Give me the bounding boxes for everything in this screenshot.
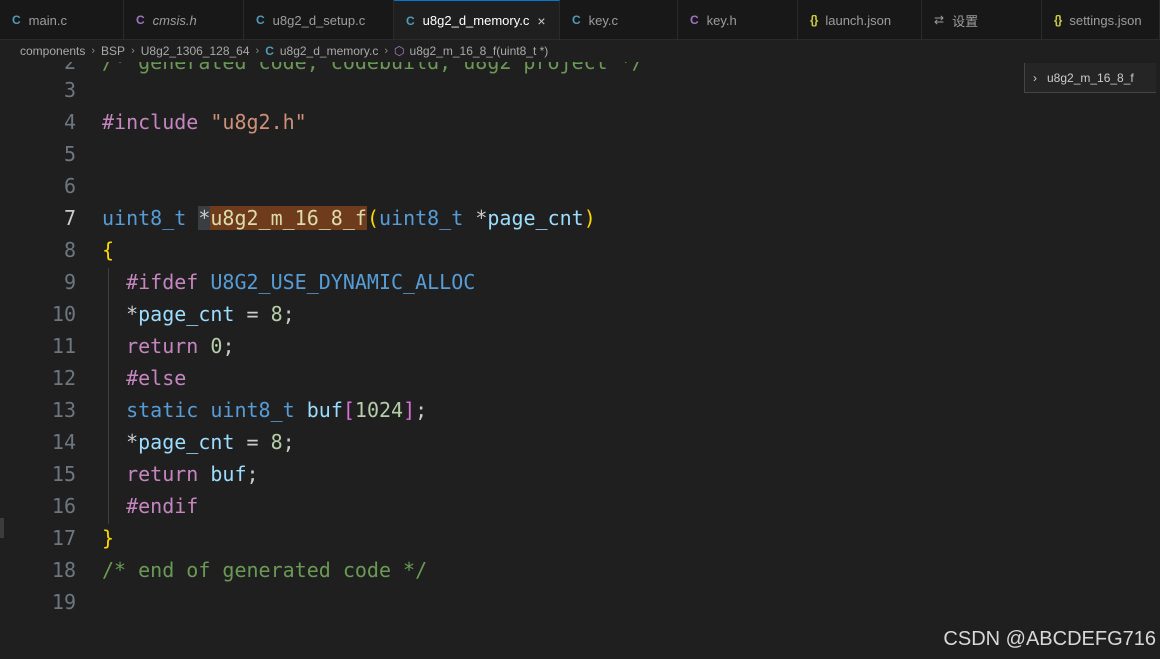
breadcrumb-item-symbol[interactable]: ⬡ u8g2_m_16_8_f(uint8_t *) <box>394 44 548 58</box>
code-line: 15 return buf; <box>0 458 1160 490</box>
breadcrumb-item-u8g2-folder[interactable]: U8g2_1306_128_64 <box>141 44 250 58</box>
code-line: 4 #include "u8g2.h" <box>0 106 1160 138</box>
line-number: 17 <box>51 526 76 550</box>
tab-u8g2-d-memory-c[interactable]: C u8g2_d_memory.c × <box>394 0 560 39</box>
tab-label: main.c <box>28 12 67 28</box>
c-file-icon: C <box>256 13 265 27</box>
line-number: 18 <box>51 558 76 582</box>
code-line: 17 } <box>0 522 1160 554</box>
chevron-right-icon: › <box>255 45 260 57</box>
code-line: 14 *page_cnt = 8; <box>0 426 1160 458</box>
tab-key-c[interactable]: C key.c <box>560 0 678 39</box>
breadcrumb-item-file[interactable]: C u8g2_d_memory.c <box>265 44 378 58</box>
scrollbar[interactable] <box>1156 62 1160 659</box>
line-number: 19 <box>51 590 76 614</box>
sticky-scroll-label: u8g2_m_16_8_f <box>1047 70 1134 85</box>
chevron-right-icon: › <box>384 45 389 57</box>
c-file-icon: C <box>265 44 274 58</box>
code-line: 19 <box>0 586 1160 618</box>
code-text: static uint8_t buf[1024]; <box>126 398 428 422</box>
code-line-current: 7 uint8_t *u8g2_m_16_8_f(uint8_t *page_c… <box>0 202 1160 234</box>
code-editor[interactable]: 2 /* generated code, codebuild, u8g2 pro… <box>0 62 1160 659</box>
line-number: 3 <box>63 78 76 102</box>
code-line: 3 <box>0 74 1160 106</box>
code-text: #ifdef U8G2_USE_DYNAMIC_ALLOC <box>126 270 476 294</box>
c-file-icon: C <box>12 13 21 27</box>
breadcrumb-file-label: u8g2_d_memory.c <box>279 44 379 58</box>
tab-cmsis-h[interactable]: C cmsis.h <box>124 0 244 39</box>
line-number: 11 <box>51 334 76 358</box>
code-text: } <box>102 526 115 550</box>
code-text: #include "u8g2.h" <box>102 110 307 134</box>
breadcrumb-item-components[interactable]: components <box>20 44 85 58</box>
h-file-icon: C <box>136 13 145 27</box>
line-number: 5 <box>63 142 76 166</box>
code-line: 8 { <box>0 234 1160 266</box>
code-text: uint8_t *u8g2_m_16_8_f(uint8_t *page_cnt… <box>102 206 596 230</box>
line-number: 16 <box>51 494 76 518</box>
json-file-icon: {} <box>810 13 818 27</box>
close-icon[interactable]: × <box>537 13 545 29</box>
line-number: 10 <box>51 302 76 326</box>
c-file-icon: C <box>572 13 581 27</box>
breadcrumb: components › BSP › U8g2_1306_128_64 › C … <box>0 40 1160 62</box>
tab-settings-ui[interactable]: ⇄ 设置 <box>922 0 1042 39</box>
code-line: 18 /* end of generated code */ <box>0 554 1160 586</box>
settings-icon: ⇄ <box>934 13 945 27</box>
line-number: 9 <box>63 270 76 294</box>
line-number: 13 <box>51 398 76 422</box>
watermark: CSDN @ABCDEFG716 <box>943 628 1156 650</box>
line-number: 15 <box>51 462 76 486</box>
tab-label: key.c <box>588 12 619 28</box>
code-text: { <box>102 238 115 262</box>
line-number: 7 <box>63 206 76 230</box>
tab-launch-json[interactable]: {} launch.json <box>798 0 922 39</box>
breadcrumb-item-bsp[interactable]: BSP <box>101 44 125 58</box>
code-text: return buf; <box>126 462 259 486</box>
tab-label: cmsis.h <box>152 12 197 28</box>
line-number: 14 <box>51 430 76 454</box>
code-text: *page_cnt = 8; <box>102 430 295 454</box>
h-file-icon: C <box>690 13 699 27</box>
line-number: 6 <box>63 174 76 198</box>
code-line: 11 return 0; <box>0 330 1160 362</box>
tab-key-h[interactable]: C key.h <box>678 0 798 39</box>
line-number: 8 <box>63 238 76 262</box>
json-file-icon: {} <box>1054 13 1062 27</box>
tab-label: 设置 <box>952 13 979 29</box>
code-line: 16 #endif <box>0 490 1160 522</box>
code-text: return 0; <box>126 334 235 358</box>
code-line: 10 *page_cnt = 8; <box>0 298 1160 330</box>
tab-main-c[interactable]: C main.c <box>0 0 124 39</box>
tab-label: u8g2_d_setup.c <box>272 12 366 28</box>
sticky-scroll-widget[interactable]: › u8g2_m_16_8_f <box>1024 63 1160 93</box>
code-line: 5 <box>0 138 1160 170</box>
code-text: *page_cnt = 8; <box>102 302 295 326</box>
line-number: 12 <box>51 366 76 390</box>
code-line: 9 #ifdef U8G2_USE_DYNAMIC_ALLOC <box>0 266 1160 298</box>
tab-label: settings.json <box>1069 12 1142 28</box>
code-text: /* end of generated code */ <box>102 558 428 582</box>
code-text: #else <box>126 366 187 390</box>
tab-bar: C main.c C cmsis.h C u8g2_d_setup.c C u8… <box>0 0 1160 40</box>
code-line: 13 static uint8_t buf[1024]; <box>0 394 1160 426</box>
breadcrumb-symbol-label: u8g2_m_16_8_f(uint8_t *) <box>409 44 549 58</box>
tab-u8g2-d-setup-c[interactable]: C u8g2_d_setup.c <box>244 0 394 39</box>
gutter-marker <box>0 518 4 538</box>
method-symbol-icon: ⬡ <box>394 44 405 58</box>
chevron-right-icon: › <box>91 45 96 57</box>
tab-label: launch.json <box>825 12 892 28</box>
c-file-icon: C <box>406 13 415 28</box>
chevron-right-icon: › <box>1033 70 1037 85</box>
code-line: 12 #else <box>0 362 1160 394</box>
tab-label: key.h <box>706 12 737 28</box>
code-line: 6 <box>0 170 1160 202</box>
tab-label: u8g2_d_memory.c <box>422 13 530 28</box>
code-text: #endif <box>126 494 199 518</box>
tab-settings-json[interactable]: {} settings.json <box>1042 0 1160 39</box>
chevron-right-icon: › <box>131 45 135 57</box>
line-number: 4 <box>63 110 76 134</box>
